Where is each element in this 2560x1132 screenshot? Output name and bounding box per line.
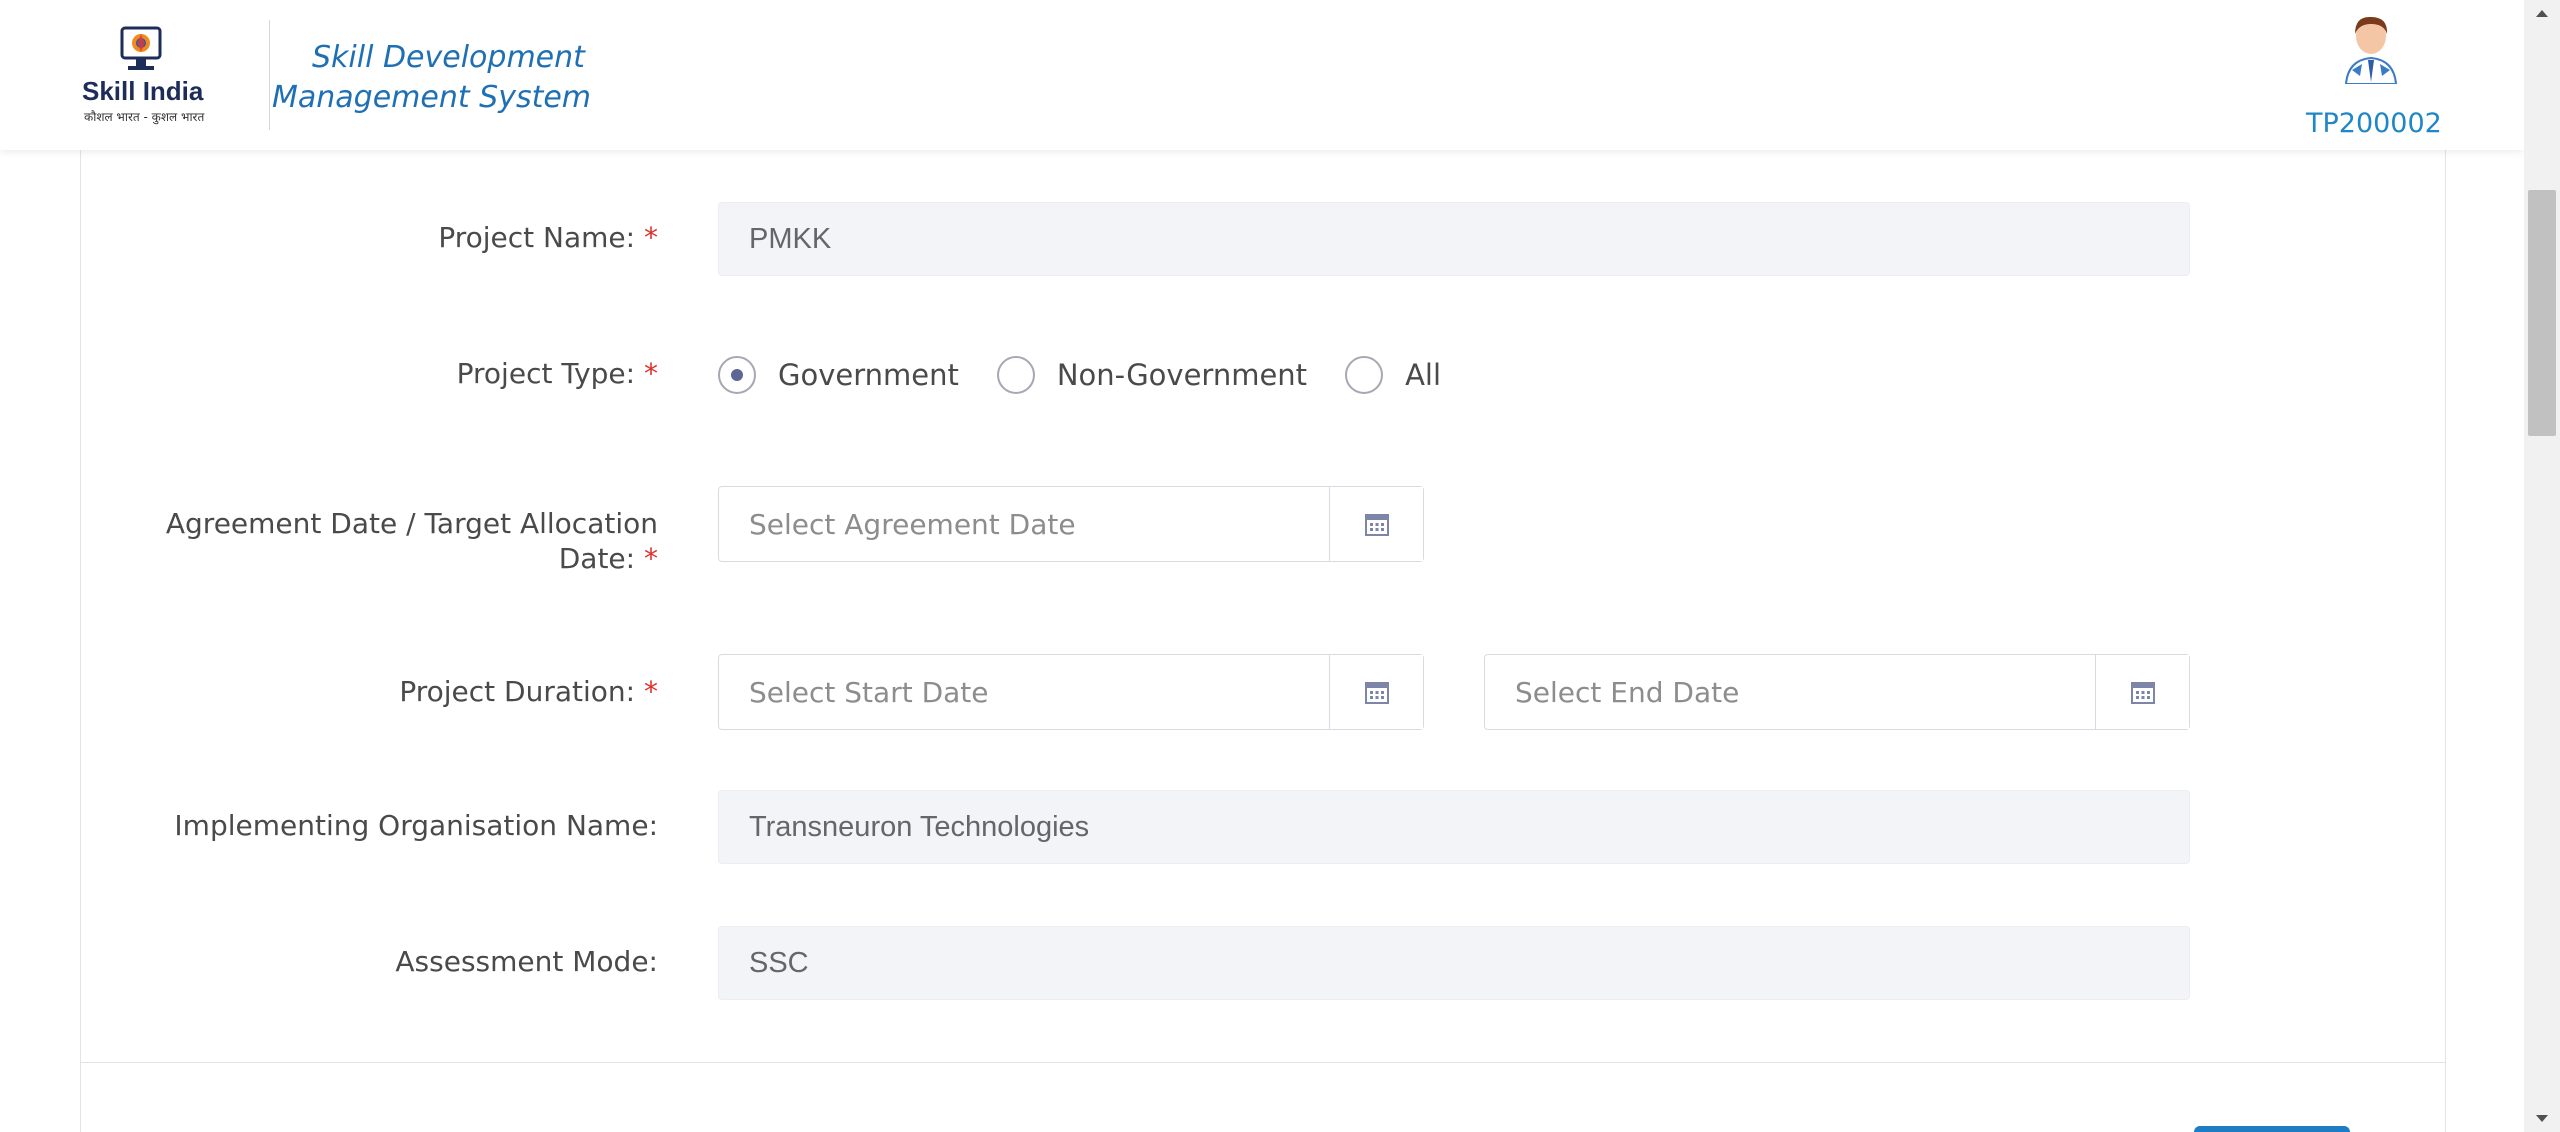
end-date-calendar-button[interactable]	[2095, 655, 2189, 729]
required-mark: *	[644, 542, 658, 575]
end-date-input[interactable]	[1485, 655, 2095, 729]
radio-all[interactable]: All	[1345, 356, 1441, 394]
calendar-icon	[1364, 682, 1389, 704]
assessment-mode-label: Assessment Mode:	[138, 944, 658, 979]
brand-name: Skill India	[82, 76, 204, 106]
project-type-label-text: Project Type:	[456, 357, 636, 390]
project-type-radio-group: Government Non-Government All	[718, 352, 1479, 398]
scroll-up-button[interactable]	[2524, 0, 2560, 26]
calendar-icon	[2130, 682, 2155, 704]
project-name-label-text: Project Name:	[438, 221, 636, 254]
radio-circle[interactable]	[1345, 356, 1384, 394]
project-name-label: Project Name: *	[138, 220, 658, 255]
app-header: Skill India कौशल भारत - कुशल भारत Skill …	[0, 0, 2524, 150]
footer-button-partial[interactable]	[2194, 1126, 2350, 1132]
scrollbar-thumb[interactable]	[2528, 190, 2556, 436]
skill-india-emblem-icon	[120, 26, 162, 70]
start-date-picker	[718, 654, 1424, 730]
radio-circle[interactable]	[996, 356, 1035, 394]
header-divider	[269, 20, 270, 130]
assessment-mode-value: SSC	[749, 946, 809, 979]
project-name-value: PMKK	[749, 222, 832, 255]
required-mark: *	[644, 675, 658, 708]
agreement-date-input[interactable]	[719, 487, 1329, 561]
scroll-down-arrow-icon	[2536, 1115, 2548, 1122]
project-type-label: Project Type: *	[138, 356, 658, 391]
assessment-mode-field[interactable]: SSC	[718, 926, 2190, 1000]
agreement-date-label-line2: Date:	[558, 542, 636, 575]
assessment-mode-label-text: Assessment Mode:	[395, 945, 658, 978]
radio-non-government-label: Non-Government	[1056, 358, 1308, 392]
card-footer-divider	[80, 1062, 2446, 1063]
project-duration-label: Project Duration: *	[138, 674, 658, 709]
user-avatar-icon[interactable]	[2338, 14, 2404, 84]
radio-government-label: Government	[778, 358, 959, 392]
calendar-icon	[1364, 514, 1389, 536]
page-scrollbar[interactable]	[2524, 0, 2560, 1132]
required-mark: *	[644, 357, 658, 390]
implementing-org-label: Implementing Organisation Name:	[138, 808, 658, 843]
agreement-date-calendar-button[interactable]	[1329, 487, 1423, 561]
project-name-field[interactable]: PMKK	[718, 202, 2190, 276]
project-duration-label-text: Project Duration:	[399, 675, 636, 708]
required-mark: *	[644, 221, 658, 254]
end-date-picker	[1484, 654, 2190, 730]
scroll-down-button[interactable]	[2524, 1106, 2560, 1132]
agreement-date-label: Agreement Date / Target Allocation Date:…	[138, 506, 658, 576]
implementing-org-field[interactable]: Transneuron Technologies	[718, 790, 2190, 864]
app-title: Skill Development Management System	[272, 40, 592, 115]
agreement-date-picker	[718, 486, 1424, 562]
user-id[interactable]: TP200002	[2306, 108, 2442, 139]
radio-non-government[interactable]: Non-Government	[996, 356, 1308, 394]
radio-government[interactable]: Government	[718, 356, 959, 394]
skill-india-logo[interactable]: Skill India कौशल भारत - कुशल भारत	[78, 22, 208, 128]
scroll-up-arrow-icon	[2536, 10, 2548, 17]
radio-circle-selected[interactable]	[718, 356, 756, 394]
brand-tagline: कौशल भारत - कुशल भारत	[84, 110, 205, 124]
start-date-input[interactable]	[719, 655, 1329, 729]
radio-all-label: All	[1405, 358, 1442, 392]
implementing-org-label-text: Implementing Organisation Name:	[174, 809, 658, 842]
start-date-calendar-button[interactable]	[1329, 655, 1423, 729]
agreement-date-label-line1: Agreement Date / Target Allocation	[165, 507, 658, 540]
implementing-org-value: Transneuron Technologies	[749, 810, 1090, 843]
